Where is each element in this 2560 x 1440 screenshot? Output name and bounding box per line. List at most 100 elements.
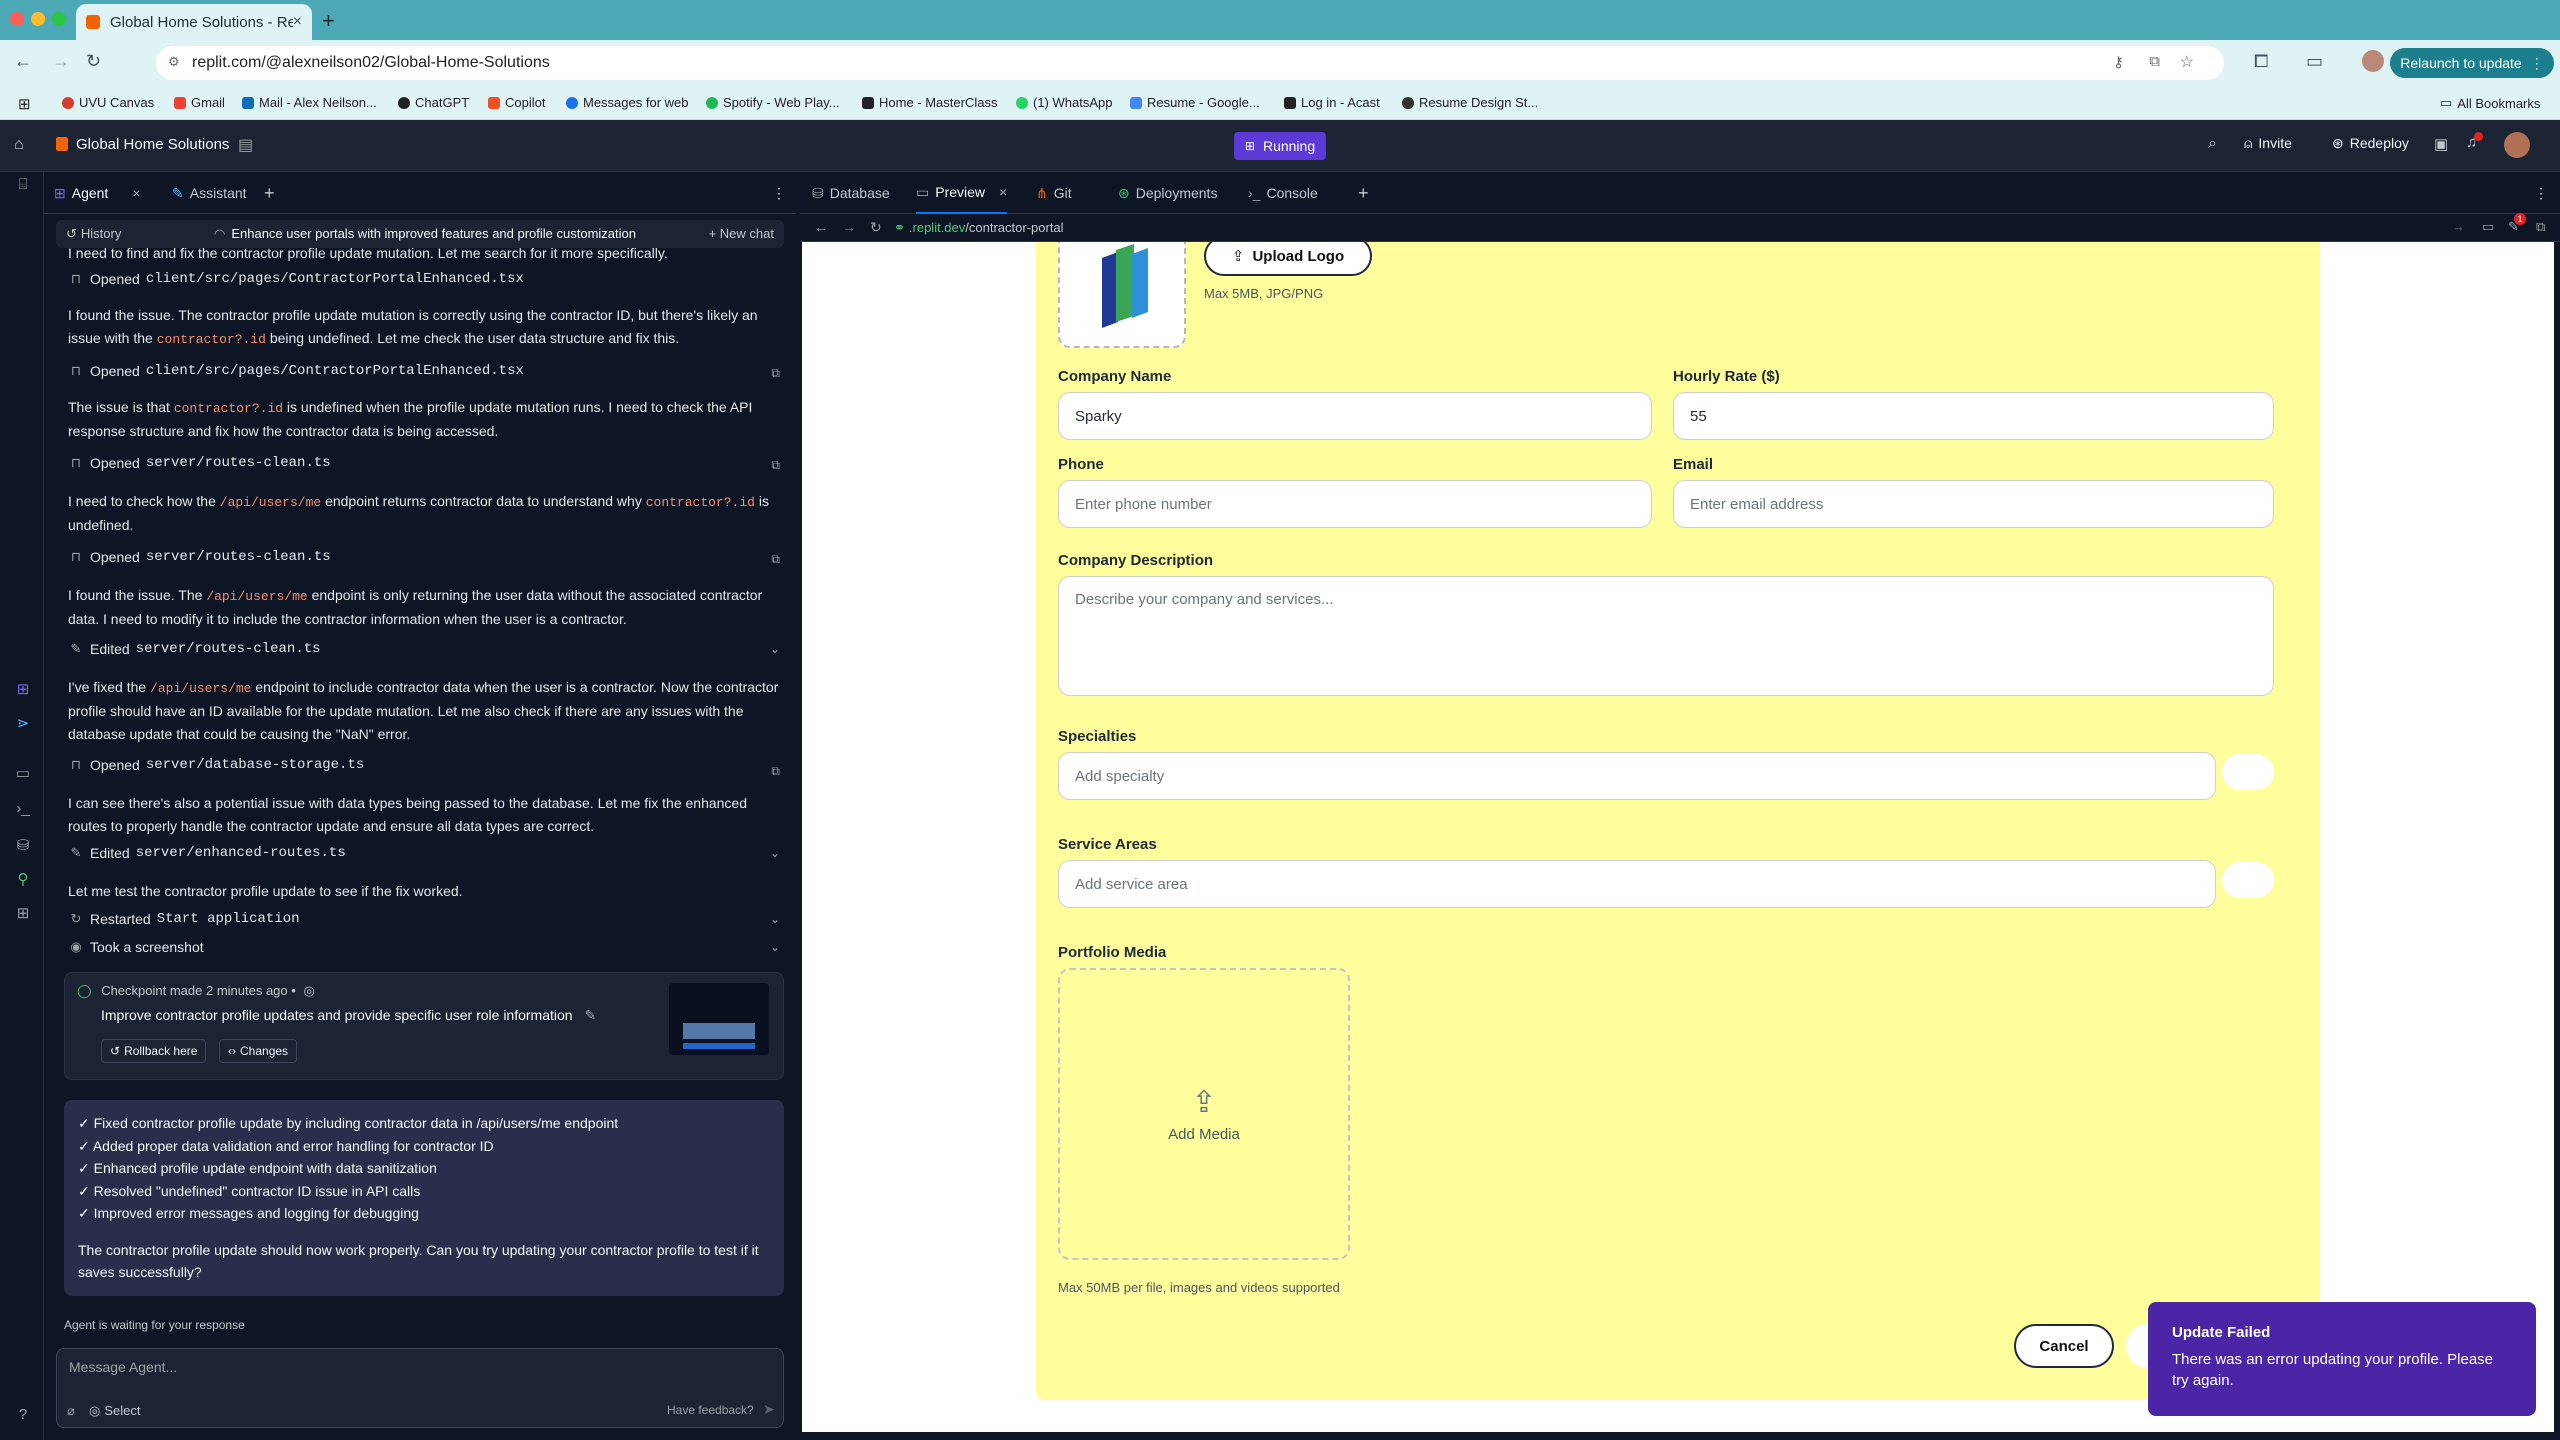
- go-icon[interactable]: →: [2452, 219, 2465, 234]
- forward-icon[interactable]: →: [52, 51, 70, 72]
- close-tab-icon[interactable]: ×: [999, 184, 1007, 200]
- profile-avatar[interactable]: [2362, 50, 2384, 72]
- bookmark-uvu-canvas[interactable]: UVU Canvas: [62, 95, 154, 110]
- open-new-window-icon[interactable]: ⧉: [2536, 219, 2545, 235]
- close-window-dot[interactable]: [10, 12, 24, 26]
- install-app-icon[interactable]: ⧉: [2149, 53, 2160, 70]
- chevron-down-icon[interactable]: ⌄: [770, 940, 780, 954]
- file-action-row[interactable]: ✎ Edited server/enhanced-routes.ts: [68, 842, 780, 864]
- file-action-row[interactable]: ⊓ Opened client/src/pages/ContractorPortal…: [68, 268, 780, 290]
- search-icon[interactable]: ⌕: [2208, 135, 2217, 153]
- hourly-rate-input[interactable]: 55: [1673, 392, 2274, 440]
- preview-forward-icon[interactable]: →: [842, 219, 856, 235]
- panel-menu-icon[interactable]: ⋮: [772, 172, 786, 214]
- company-name-input[interactable]: Sparky: [1058, 392, 1652, 440]
- message-input[interactable]: Message Agent...: [69, 1359, 177, 1375]
- restart-action-row[interactable]: ↻ Restarted Start application: [68, 908, 780, 930]
- docs-icon[interactable]: ▣: [2434, 135, 2448, 153]
- preview-reload-icon[interactable]: ↻: [870, 219, 882, 236]
- apps-grid-icon[interactable]: ⊞: [18, 95, 31, 113]
- checkpoint-screenshot-thumbnail[interactable]: [669, 983, 769, 1055]
- console-tool-icon[interactable]: ›_: [14, 800, 32, 818]
- bookmark-chatgpt[interactable]: ChatGPT: [398, 95, 469, 110]
- password-key-icon[interactable]: ⚷: [2113, 53, 2124, 71]
- relaunch-to-update-button[interactable]: Relaunch to update ⋮: [2390, 48, 2554, 78]
- company-description-textarea[interactable]: Describe your company and services...: [1058, 576, 2274, 696]
- reload-icon[interactable]: ↻: [86, 51, 101, 72]
- add-tab-icon[interactable]: +: [264, 172, 275, 214]
- file-action-row[interactable]: ⊓ Opened server/routes-clean.ts: [68, 546, 780, 568]
- preview-tool-icon[interactable]: ▭: [14, 764, 32, 782]
- file-action-row[interactable]: ⊓ Opened server/database-storage.ts: [68, 754, 780, 776]
- new-chat-button[interactable]: + New chat: [709, 226, 774, 241]
- changes-button[interactable]: ‹› Changes: [219, 1039, 298, 1063]
- tab-git[interactable]: ⋔ Git: [1036, 172, 1072, 214]
- email-input[interactable]: Enter email address: [1673, 480, 2274, 528]
- close-tab-icon[interactable]: ×: [293, 13, 302, 31]
- tab-preview[interactable]: ▭ Preview ×: [916, 172, 1008, 214]
- browser-tab[interactable]: Global Home Solutions - Repl ×: [76, 4, 312, 40]
- cast-icon[interactable]: ▭: [2306, 51, 2323, 72]
- screenshot-action-row[interactable]: ◉ Took a screenshot: [68, 936, 780, 958]
- bookmark-acast[interactable]: Log in - Acast: [1284, 95, 1380, 110]
- back-icon[interactable]: ←: [14, 51, 32, 72]
- select-button[interactable]: ◎ Select: [89, 1403, 140, 1419]
- update-failed-toast[interactable]: Update Failed There was an error updatin…: [2148, 1302, 2536, 1416]
- deploy-tool-icon[interactable]: ⚲: [14, 870, 32, 888]
- tab-deployments[interactable]: ⊛ Deployments: [1118, 172, 1217, 214]
- files-tool-icon[interactable]: ⌸: [14, 176, 32, 194]
- feedback-link[interactable]: Have feedback?: [667, 1403, 754, 1417]
- tab-database[interactable]: ⛁ Database: [812, 172, 890, 214]
- eye-icon[interactable]: ◎: [303, 983, 314, 998]
- workspace-menu-icon[interactable]: ⋮: [2534, 172, 2548, 214]
- extensions-icon[interactable]: ⧠: [2254, 51, 2268, 72]
- bookmark-resume-design[interactable]: Resume Design St...: [1402, 95, 1538, 110]
- chevron-down-icon[interactable]: ⌄: [770, 846, 780, 860]
- preview-back-icon[interactable]: ←: [814, 219, 828, 235]
- home-icon[interactable]: ⌂: [14, 136, 24, 154]
- history-button[interactable]: ↺ History: [66, 226, 121, 242]
- tab-agent[interactable]: ⊞ Agent ×: [54, 172, 141, 214]
- add-tab-icon[interactable]: +: [1358, 172, 1369, 214]
- service-area-input[interactable]: Add service area: [1058, 860, 2216, 908]
- run-status-button[interactable]: ⊞ Running: [1234, 132, 1326, 160]
- redeploy-button[interactable]: ⊛ Redeploy: [2332, 135, 2409, 152]
- bookmark-star-icon[interactable]: ☆: [2180, 52, 2194, 72]
- all-tools-icon[interactable]: ⊞: [14, 904, 32, 922]
- file-action-row[interactable]: ✎ Edited server/routes-clean.ts: [68, 638, 780, 660]
- tab-console[interactable]: ›_ Console: [1248, 172, 1318, 214]
- bookmark-gmail[interactable]: Gmail: [174, 95, 225, 110]
- new-tab-icon[interactable]: +: [322, 8, 335, 34]
- bookmark-copilot[interactable]: Copilot: [488, 95, 545, 110]
- user-avatar[interactable]: [2504, 132, 2530, 158]
- bookmark-spotify[interactable]: Spotify - Web Play...: [706, 95, 840, 110]
- invite-button[interactable]: ⍝ Invite: [2244, 135, 2292, 152]
- send-icon[interactable]: ➤: [763, 1401, 775, 1418]
- project-settings-icon[interactable]: ▤: [238, 135, 253, 155]
- minimize-window-dot[interactable]: [31, 12, 45, 26]
- preview-url[interactable]: ⚭ .replit.dev/contractor-portal: [894, 220, 1064, 236]
- bookmark-messages[interactable]: Messages for web: [566, 95, 689, 110]
- help-icon[interactable]: ?: [14, 1406, 32, 1424]
- phone-input[interactable]: Enter phone number: [1058, 480, 1652, 528]
- project-name[interactable]: Global Home Solutions: [76, 136, 229, 153]
- bookmark-outlook-mail[interactable]: Mail - Alex Neilson...: [242, 95, 377, 110]
- chevron-down-icon[interactable]: ⌄: [770, 912, 780, 926]
- all-bookmarks[interactable]: ▭ All Bookmarks: [2440, 95, 2540, 111]
- upload-logo-button[interactable]: ⇪ Upload Logo: [1204, 242, 1372, 276]
- file-action-row[interactable]: ⊓ Opened server/routes-clean.ts: [68, 452, 780, 474]
- add-media-dropzone[interactable]: ⇪ Add Media: [1058, 968, 1350, 1260]
- file-action-row[interactable]: ⊓ Opened client/src/pages/ContractorPortal…: [68, 360, 780, 382]
- bookmark-whatsapp[interactable]: (1) WhatsApp: [1016, 95, 1112, 110]
- devtools-icon[interactable]: ▭: [2482, 219, 2494, 235]
- bookmark-masterclass[interactable]: Home - MasterClass: [862, 95, 997, 110]
- add-service-area-button[interactable]: [2222, 862, 2274, 898]
- rollback-button[interactable]: ↺ Rollback here: [101, 1039, 207, 1063]
- agent-tool-icon[interactable]: ⊞: [14, 680, 32, 698]
- maximize-window-dot[interactable]: [52, 12, 66, 26]
- url-field[interactable]: ⚙ replit.com/@alexneilson02/Global-Home-…: [156, 46, 2224, 80]
- specialty-input[interactable]: Add specialty: [1058, 752, 2216, 800]
- cancel-button[interactable]: Cancel: [2014, 1324, 2114, 1368]
- git-tool-icon[interactable]: ⋗: [14, 714, 32, 732]
- pencil-icon[interactable]: ✎: [584, 1007, 596, 1023]
